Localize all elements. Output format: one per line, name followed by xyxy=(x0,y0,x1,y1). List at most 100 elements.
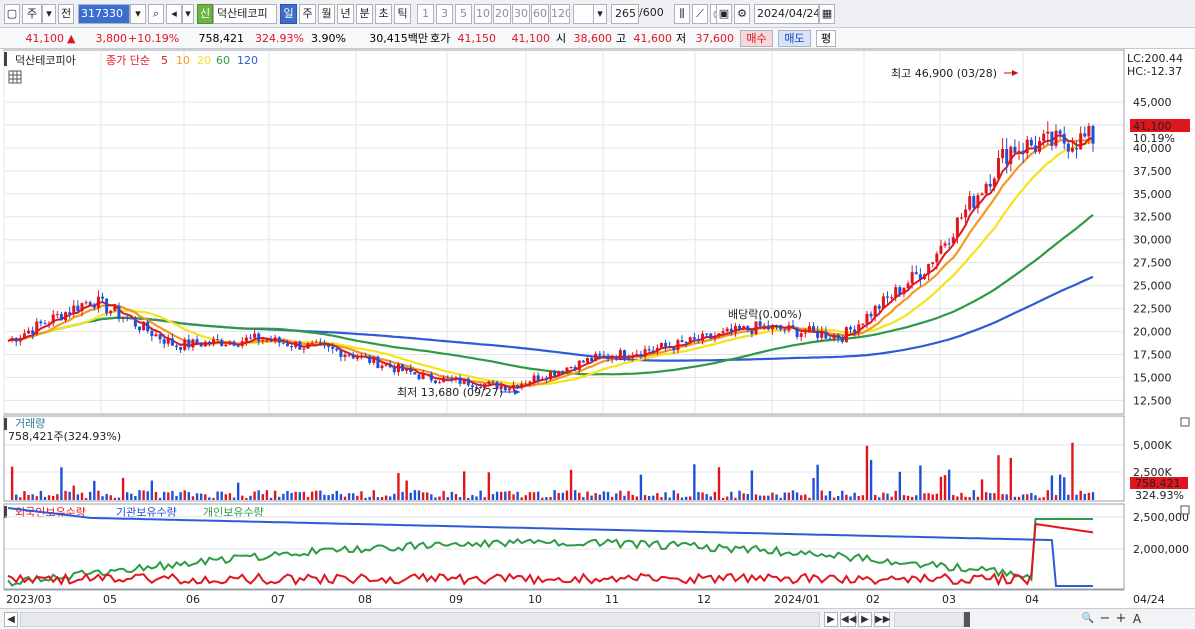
interval-button[interactable]: 10 xyxy=(474,4,492,24)
candle xyxy=(692,337,696,340)
candle xyxy=(1017,150,1021,153)
chart-type-icon[interactable]: ▢ xyxy=(4,4,20,24)
candle xyxy=(828,338,832,340)
interval-button[interactable]: 3 xyxy=(436,4,453,24)
chart-scrollbar[interactable]: ◀ ▶ ◀◀ ▶ ▶▶ 🔍 − + A xyxy=(0,608,1195,629)
candle xyxy=(458,377,462,384)
interval-dropdown-icon[interactable]: ▾ xyxy=(593,4,607,24)
volume-bar xyxy=(142,490,145,500)
zoom-icon[interactable]: 🔍 xyxy=(1080,612,1096,627)
candle xyxy=(713,336,717,339)
interval-button[interactable]: 5 xyxy=(455,4,472,24)
period-week-button[interactable]: 주 xyxy=(299,4,316,24)
candle xyxy=(742,326,746,330)
candle-style-icon[interactable]: ⫼ xyxy=(674,4,690,24)
period-second-button[interactable]: 초 xyxy=(375,4,392,24)
bar-count-input[interactable]: 265 xyxy=(611,4,639,24)
market-select[interactable]: 주 xyxy=(22,4,42,24)
code-dropdown-icon[interactable]: ▾ xyxy=(130,4,146,24)
interval-button[interactable]: 20 xyxy=(493,4,511,24)
volume-bar xyxy=(1050,475,1054,500)
candle xyxy=(762,325,766,327)
period-month-button[interactable]: 월 xyxy=(318,4,335,24)
candle xyxy=(836,334,840,338)
volume-bar xyxy=(647,496,651,500)
sell-button[interactable]: 매도 xyxy=(778,30,811,47)
high-price: 41,600 xyxy=(633,32,673,45)
volume-bar xyxy=(557,493,560,500)
volume-bar xyxy=(869,459,873,500)
stock-code-input[interactable]: 317330 xyxy=(78,4,130,24)
save-icon[interactable]: ▣ xyxy=(716,4,732,24)
font-size-button[interactable]: A xyxy=(1130,612,1144,627)
volume-bar xyxy=(491,494,495,500)
scroll-track[interactable] xyxy=(20,612,820,627)
scroll-right-button[interactable]: ▶ xyxy=(824,612,838,627)
period-year-button[interactable]: 년 xyxy=(337,4,354,24)
candle xyxy=(717,333,721,337)
prev-button[interactable]: 전 xyxy=(58,4,74,24)
volume-bar xyxy=(890,496,893,500)
play-button[interactable]: ▶ xyxy=(858,612,872,627)
candle xyxy=(351,355,355,359)
price-change-pct: +10.19% xyxy=(128,32,180,45)
table-icon[interactable] xyxy=(8,70,22,84)
volume-bar xyxy=(746,494,749,500)
calendar-icon[interactable]: ▦ xyxy=(819,4,835,24)
volume-bar xyxy=(245,497,248,500)
period-minute-button[interactable]: 분 xyxy=(356,4,373,24)
eval-button[interactable]: 평 xyxy=(816,30,836,47)
candle xyxy=(849,327,853,330)
scroll-left-button[interactable]: ◀ xyxy=(4,612,18,627)
market-dropdown-icon[interactable]: ▾ xyxy=(42,4,56,24)
volume-bar xyxy=(1067,494,1070,500)
zoom-in-button[interactable]: + xyxy=(1114,612,1128,627)
search-icon[interactable]: ⌕ xyxy=(148,4,164,24)
first-page-button[interactable]: ◀◀ xyxy=(840,612,856,627)
draw-tool-icon[interactable]: ⟋ xyxy=(692,4,708,24)
interval-button[interactable]: 60 xyxy=(531,4,549,24)
candle xyxy=(454,377,458,379)
date-input[interactable]: 2024/04/24 xyxy=(754,4,819,24)
period-day-button[interactable]: 일 xyxy=(280,4,297,24)
candle xyxy=(964,209,968,218)
last-page-button[interactable]: ▶▶ xyxy=(874,612,890,627)
pane-handle-icon[interactable] xyxy=(4,506,7,518)
volume-bar xyxy=(454,494,458,500)
volume-bar xyxy=(512,494,515,500)
speaker-dropdown-icon[interactable]: ▾ xyxy=(182,4,194,24)
pane-handle-icon[interactable] xyxy=(4,418,7,430)
candle xyxy=(368,356,372,363)
candle xyxy=(409,367,413,373)
candle xyxy=(618,350,622,360)
interval-button[interactable]: 120 xyxy=(550,4,570,24)
close-pane-icon[interactable] xyxy=(1180,417,1190,427)
close-pane-icon[interactable] xyxy=(1180,505,1190,515)
volume-bar xyxy=(405,480,408,500)
candle xyxy=(1033,145,1037,152)
speaker-icon[interactable]: ◂ xyxy=(166,4,182,24)
volume-bar xyxy=(532,492,536,500)
candle xyxy=(372,356,376,363)
volume-bar xyxy=(586,491,589,500)
candle xyxy=(614,357,618,360)
volume-bar xyxy=(253,491,256,500)
interval-button[interactable]: 1 xyxy=(417,4,434,24)
zoom-out-button[interactable]: − xyxy=(1098,612,1112,627)
volume-bar xyxy=(397,473,400,500)
zoom-slider-thumb[interactable] xyxy=(964,612,970,627)
open-price: 38,600 xyxy=(573,32,613,45)
interval-button[interactable]: 30 xyxy=(512,4,530,24)
zoom-slider[interactable] xyxy=(894,612,964,627)
volume-bar xyxy=(734,497,737,500)
volume-bar xyxy=(286,490,289,500)
pane-handle-icon[interactable] xyxy=(4,52,7,66)
stock-chart[interactable]: 덕산테코피아 종가 단순 5 10 20 60 120 LC:200.44 HC… xyxy=(0,49,1195,608)
gear-icon[interactable]: ⚙ xyxy=(734,4,750,24)
period-tick-button[interactable]: 틱 xyxy=(394,4,411,24)
candle xyxy=(191,339,195,348)
candle xyxy=(631,355,635,358)
volume-bar xyxy=(430,494,433,500)
buy-button[interactable]: 매수 xyxy=(740,30,773,47)
candle xyxy=(512,385,516,389)
